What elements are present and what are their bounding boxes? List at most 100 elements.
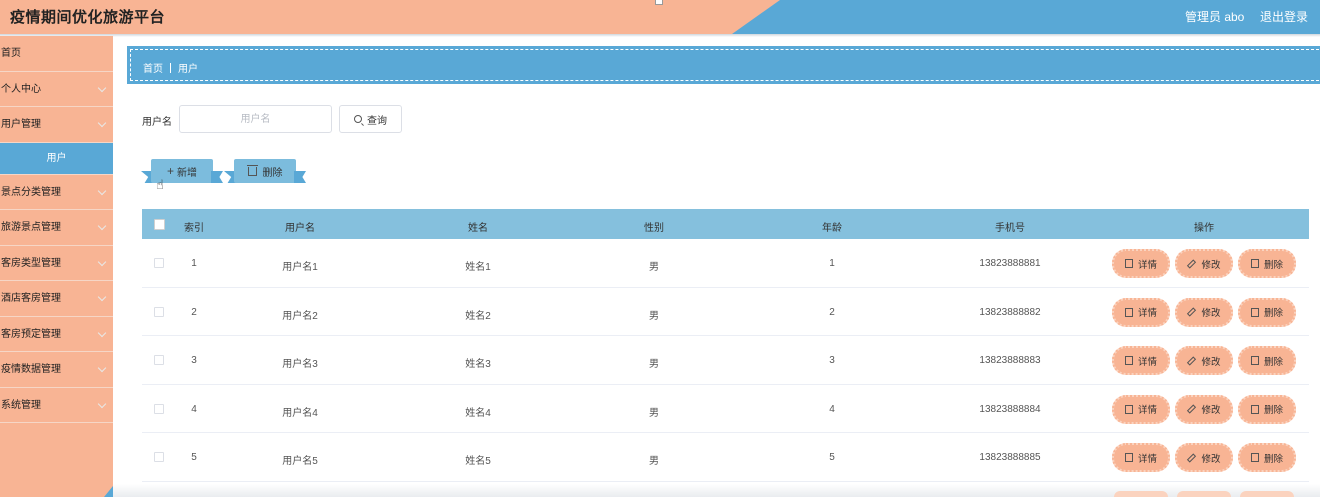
table-row: 2 用户名2 姓名2 男 2 13823888882 详情 修改 删除 (142, 288, 1309, 336)
sidebar-item-label: 旅游景点管理 (1, 222, 61, 233)
row-checkbox[interactable] (154, 258, 164, 268)
cell-name: 姓名2 (465, 310, 491, 322)
breadcrumb-home[interactable]: 首页 (143, 64, 163, 75)
add-button-wrapper: + 新增 (141, 159, 225, 183)
sidebar-item-users[interactable]: 用户 (0, 142, 113, 175)
partial-delete-button (1240, 491, 1294, 497)
sidebar-corner-decoration (104, 486, 113, 497)
search-input[interactable] (179, 105, 332, 133)
sidebar-item-epidemic-data[interactable]: 疫情数据管理 (0, 352, 113, 388)
edit-button-label: 修改 (1201, 453, 1221, 465)
select-all-checkbox[interactable] (154, 219, 165, 230)
table-row: 3 用户名3 姓名3 男 3 13823888883 详情 修改 删除 (142, 336, 1309, 385)
delete-button-label: 删除 (1263, 356, 1283, 368)
trash-icon (246, 164, 258, 176)
pencil-icon (1187, 404, 1197, 414)
delete-button-wrapper: 删除 (224, 159, 308, 183)
cell-gender: 男 (649, 359, 659, 370)
cell-age: 1 (829, 258, 835, 269)
delete-button[interactable]: 删除 (1238, 394, 1296, 424)
cell-phone: 13823888881 (979, 258, 1041, 269)
sidebar-item-room-types[interactable]: 客房类型管理 (0, 246, 113, 281)
partial-edit-button (1177, 491, 1231, 497)
trash-icon (1250, 259, 1259, 268)
table-row: 1 用户名1 姓名1 男 1 13823888881 详情 修改 删除 (142, 239, 1309, 288)
cell-name: 姓名3 (465, 359, 491, 370)
cell-gender: 男 (649, 456, 659, 467)
detail-button-label: 详情 (1137, 259, 1157, 271)
cell-username: 用户名4 (282, 407, 318, 419)
breadcrumb: 首页 用户 (127, 46, 1320, 84)
delete-button-label: 删除 (1263, 308, 1283, 319)
sidebar-item-scenic-category[interactable]: 景点分类管理 (0, 175, 113, 210)
document-icon (1124, 404, 1133, 414)
edit-button[interactable]: 修改 (1175, 249, 1233, 278)
cell-age: 4 (829, 403, 835, 415)
edit-button[interactable]: 修改 (1175, 297, 1233, 327)
cell-index: 1 (191, 258, 197, 269)
delete-button-label: 删除 (1263, 453, 1283, 465)
delete-button[interactable]: 删除 (1238, 249, 1296, 278)
detail-button[interactable]: 详情 (1112, 297, 1170, 327)
pencil-icon (1187, 307, 1197, 317)
search-button[interactable]: 查询 (339, 105, 402, 133)
document-icon (1124, 453, 1133, 462)
cell-name: 姓名4 (465, 407, 491, 419)
ribbon-right-decoration (211, 171, 223, 183)
cell-username: 用户名1 (282, 262, 318, 273)
column-header-phone: 手机号 (995, 223, 1025, 234)
chevron-down-icon (97, 399, 107, 408)
sidebar-item-hotel-rooms[interactable]: 酒店客房管理 (0, 281, 113, 317)
edit-button-label: 修改 (1201, 405, 1221, 416)
logout-link[interactable]: 退出登录 (1260, 8, 1308, 25)
row-checkbox[interactable] (154, 452, 164, 462)
detail-button[interactable]: 详情 (1112, 346, 1170, 375)
edit-button[interactable]: 修改 (1175, 346, 1233, 375)
top-header: 疫情期间优化旅游平台 管理员 abo 退出登录 (0, 0, 1320, 34)
cell-gender: 男 (649, 407, 659, 419)
cell-phone: 13823888883 (979, 355, 1041, 366)
detail-button[interactable]: 详情 (1112, 249, 1170, 278)
bulk-delete-button[interactable]: 删除 (234, 159, 296, 183)
chevron-down-icon (97, 363, 107, 373)
row-checkbox[interactable] (154, 355, 164, 365)
detail-button[interactable]: 详情 (1112, 394, 1170, 424)
sidebar-item-scenic-spots[interactable]: 旅游景点管理 (0, 210, 113, 246)
row-checkbox[interactable] (154, 306, 164, 317)
chevron-down-icon (97, 118, 107, 128)
sidebar-item-label: 客房预定管理 (1, 328, 61, 340)
detail-button-label: 详情 (1137, 405, 1157, 416)
edit-button[interactable]: 修改 (1175, 394, 1233, 424)
cell-username: 用户名5 (282, 456, 318, 467)
trash-icon (1250, 356, 1259, 365)
app-title: 疫情期间优化旅游平台 (10, 9, 166, 26)
detail-button[interactable]: 详情 (1112, 443, 1170, 472)
edit-button-label: 修改 (1201, 308, 1221, 319)
sidebar-item-label: 客房类型管理 (1, 257, 61, 269)
sidebar-item-room-booking[interactable]: 客房预定管理 (0, 317, 113, 352)
cell-phone: 13823888885 (979, 452, 1041, 463)
chevron-down-icon (97, 186, 107, 195)
cell-index: 5 (191, 452, 197, 463)
row-checkbox[interactable] (154, 403, 164, 414)
delete-button[interactable]: 删除 (1238, 346, 1296, 375)
cell-username: 用户名2 (282, 310, 318, 322)
resize-handle (655, 0, 663, 5)
current-user: 管理员 abo (1185, 10, 1245, 24)
delete-button[interactable]: 删除 (1238, 443, 1296, 472)
delete-button[interactable]: 删除 (1238, 297, 1296, 327)
cell-age: 5 (829, 452, 835, 463)
search-label: 用户名 (142, 117, 172, 128)
cell-index: 3 (191, 355, 197, 366)
sidebar-item-personal-center[interactable]: 个人中心 (0, 72, 113, 107)
table-row: 4 用户名4 姓名4 男 4 13823888884 详情 修改 删除 (142, 385, 1309, 433)
sidebar-item-home[interactable]: 首页 (0, 36, 113, 72)
chevron-down-icon (97, 292, 107, 302)
sidebar-item-label: 酒店客房管理 (1, 293, 61, 304)
add-button-label: 新增 (177, 167, 197, 179)
cell-index: 2 (191, 306, 197, 318)
sidebar-item-system[interactable]: 系统管理 (0, 388, 113, 423)
sidebar-item-user-management[interactable]: 用户管理 (0, 107, 113, 143)
column-header-age: 年龄 (822, 223, 842, 234)
edit-button[interactable]: 修改 (1175, 443, 1233, 472)
